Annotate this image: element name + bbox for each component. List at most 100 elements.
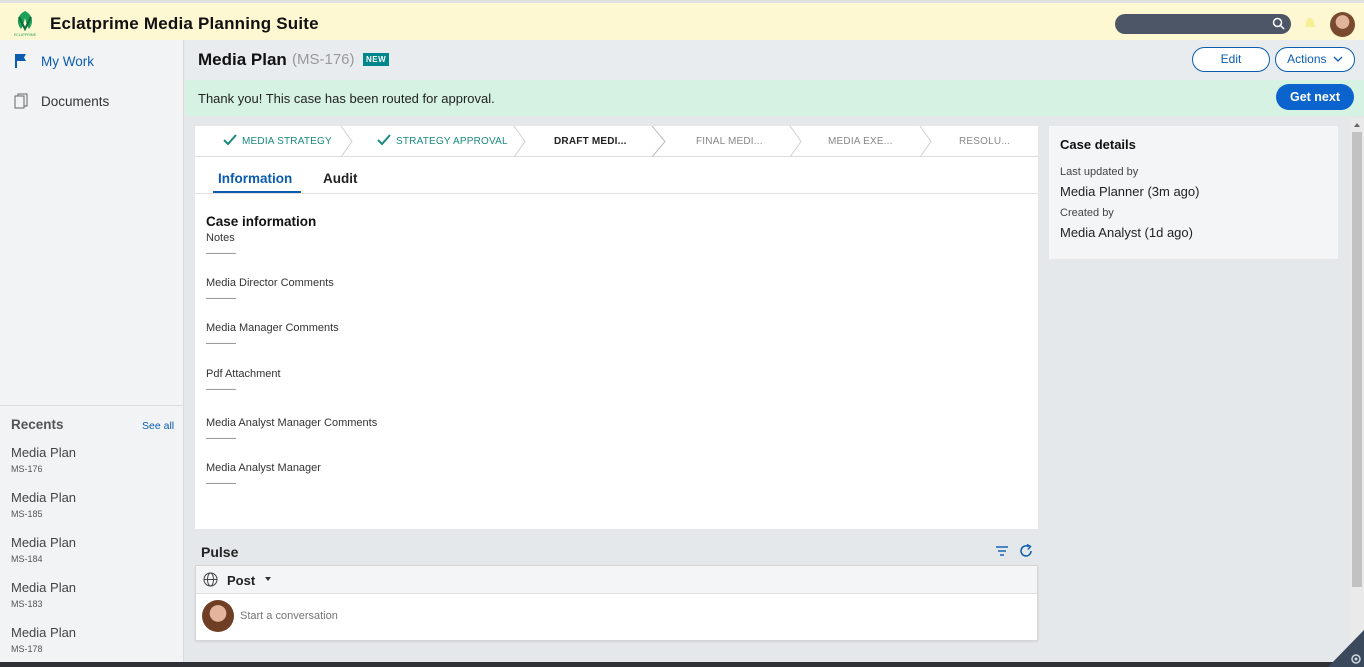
stage-final-media[interactable]: FINAL MEDI... (696, 126, 763, 157)
recent-item[interactable]: Media Plan MS-176 (11, 445, 176, 485)
stage-label: MEDIA STRATEGY (242, 136, 332, 147)
stage-label: RESOLU... (959, 136, 1011, 147)
stage-separator-icon (919, 126, 932, 157)
actions-button[interactable]: Actions (1275, 47, 1355, 72)
stage-progress-bar: MEDIA STRATEGY STRATEGY APPROVAL DRAFT M… (195, 126, 1038, 157)
edit-button-label: Edit (1220, 52, 1242, 66)
case-information-card: Information Audit Case information Notes… (195, 157, 1038, 529)
caret-down-icon[interactable] (265, 577, 271, 581)
tab-divider (195, 193, 1038, 194)
last-updated-value[interactable]: Media Planner (3m ago) (1060, 184, 1199, 199)
created-by-value[interactable]: Media Analyst (1d ago) (1060, 225, 1193, 240)
stage-label: DRAFT MEDI... (554, 136, 627, 147)
chevron-down-icon (1333, 56, 1343, 62)
case-details-panel: Case details Last updated by Media Plann… (1049, 126, 1338, 259)
stage-separator-icon (789, 126, 802, 157)
recent-item[interactable]: Media Plan MS-185 (11, 490, 176, 530)
recent-item-title: Media Plan (11, 445, 77, 460)
stage-label: MEDIA EXE... (828, 136, 893, 147)
checkmark-icon (377, 134, 391, 146)
notification-bell-icon[interactable] (1303, 17, 1317, 31)
recent-item-id: MS-176 (11, 464, 43, 474)
case-header: Media Plan (MS-176) NEW Edit Actions (185, 40, 1364, 80)
top-bar: ECLATPRIME Eclatprime Media Planning Sui… (0, 0, 1364, 40)
user-avatar[interactable] (1330, 12, 1355, 37)
recent-item-title: Media Plan (11, 625, 77, 640)
field-value-notes: ——— (206, 248, 236, 259)
field-value-media-manager-comments: ——— (206, 338, 236, 349)
post-dropdown-label[interactable]: Post (227, 573, 255, 588)
get-next-button[interactable]: Get next (1276, 84, 1354, 110)
flag-icon (15, 54, 26, 68)
status-badge: NEW (363, 53, 390, 66)
bottom-strip (0, 662, 1364, 667)
sidebar-item-documents[interactable]: Documents (0, 82, 184, 118)
logo-text: ECLATPRIME (14, 33, 37, 37)
avatar (202, 600, 234, 632)
vertical-scrollbar[interactable] (1350, 118, 1364, 667)
recent-item-title: Media Plan (11, 490, 77, 505)
tab-information[interactable]: Information (218, 171, 292, 186)
banner-message: Thank you! This case has been routed for… (198, 91, 495, 106)
main-content: Media Plan (MS-176) NEW Edit Actions Tha… (185, 40, 1364, 667)
field-value-media-analyst-manager-comments: ——— (206, 433, 236, 444)
recent-item-id: MS-183 (11, 599, 43, 609)
refresh-icon[interactable] (1018, 543, 1034, 559)
recent-item[interactable]: Media Plan MS-178 (11, 625, 176, 665)
scroll-thumb[interactable] (1352, 132, 1362, 587)
search-icon[interactable] (1272, 17, 1285, 30)
field-label-media-analyst-manager-comments: Media Analyst Manager Comments (206, 417, 378, 429)
stage-separator-icon (513, 126, 526, 157)
stage-media-strategy[interactable]: MEDIA STRATEGY (223, 126, 332, 157)
recent-item-id: MS-185 (11, 509, 43, 519)
globe-icon[interactable] (203, 572, 218, 587)
confirmation-banner: Thank you! This case has been routed for… (185, 80, 1364, 116)
recent-item-title: Media Plan (11, 580, 77, 595)
recents-title: Recents (11, 417, 64, 432)
recent-item[interactable]: Media Plan MS-184 (11, 535, 176, 575)
stage-separator-icon (340, 126, 353, 157)
stage-separator-icon (651, 126, 666, 157)
tab-audit[interactable]: Audit (323, 171, 358, 186)
conversation-input[interactable] (240, 606, 1020, 626)
section-title: Case information (206, 214, 317, 229)
recent-item-id: MS-184 (11, 554, 43, 564)
checkmark-icon (223, 134, 237, 146)
case-title: Media Plan (198, 50, 287, 69)
field-label-media-director-comments: Media Director Comments (206, 277, 334, 289)
stage-draft-media[interactable]: DRAFT MEDI... (554, 126, 627, 157)
stage-strategy-approval[interactable]: STRATEGY APPROVAL (377, 126, 508, 157)
sidebar: My Work Documents Recents See all Media … (0, 40, 184, 667)
recent-item-title: Media Plan (11, 535, 77, 550)
case-details-title: Case details (1060, 137, 1136, 152)
field-value-media-analyst-manager: ——— (206, 478, 236, 489)
last-updated-label: Last updated by (1060, 166, 1139, 178)
search-bar[interactable] (1115, 14, 1291, 34)
filter-icon[interactable] (994, 543, 1010, 559)
field-label-pdf-attachment: Pdf Attachment (206, 368, 281, 380)
stage-label: STRATEGY APPROVAL (396, 136, 508, 147)
created-by-label: Created by (1060, 207, 1114, 219)
sidebar-item-label: My Work (41, 54, 94, 69)
app-logo-icon[interactable]: ECLATPRIME (12, 9, 38, 37)
see-all-link[interactable]: See all (142, 420, 174, 432)
get-next-label: Get next (1289, 90, 1340, 104)
stage-label: FINAL MEDI... (696, 136, 763, 147)
stage-resolution[interactable]: RESOLU... (959, 126, 1010, 157)
app-title: Eclatprime Media Planning Suite (50, 14, 319, 33)
case-id: (MS-176) (292, 51, 355, 68)
recent-item[interactable]: Media Plan MS-183 (11, 580, 176, 620)
edit-button[interactable]: Edit (1192, 47, 1270, 72)
field-value-media-director-comments: ——— (206, 293, 236, 304)
post-toolbar: Post (196, 566, 1037, 594)
document-icon (14, 93, 28, 109)
actions-button-label: Actions (1287, 52, 1327, 66)
settings-gear-icon[interactable] (1328, 630, 1364, 667)
scroll-up-icon[interactable] (1350, 120, 1364, 130)
field-label-media-manager-comments: Media Manager Comments (206, 322, 339, 334)
pulse-composer: Post (195, 565, 1038, 641)
field-label-media-analyst-manager: Media Analyst Manager (206, 462, 321, 474)
stage-media-execution[interactable]: MEDIA EXE... (828, 126, 893, 157)
sidebar-item-my-work[interactable]: My Work (0, 42, 184, 78)
recents-panel: Recents See all Media Plan MS-176 Media … (0, 405, 184, 654)
